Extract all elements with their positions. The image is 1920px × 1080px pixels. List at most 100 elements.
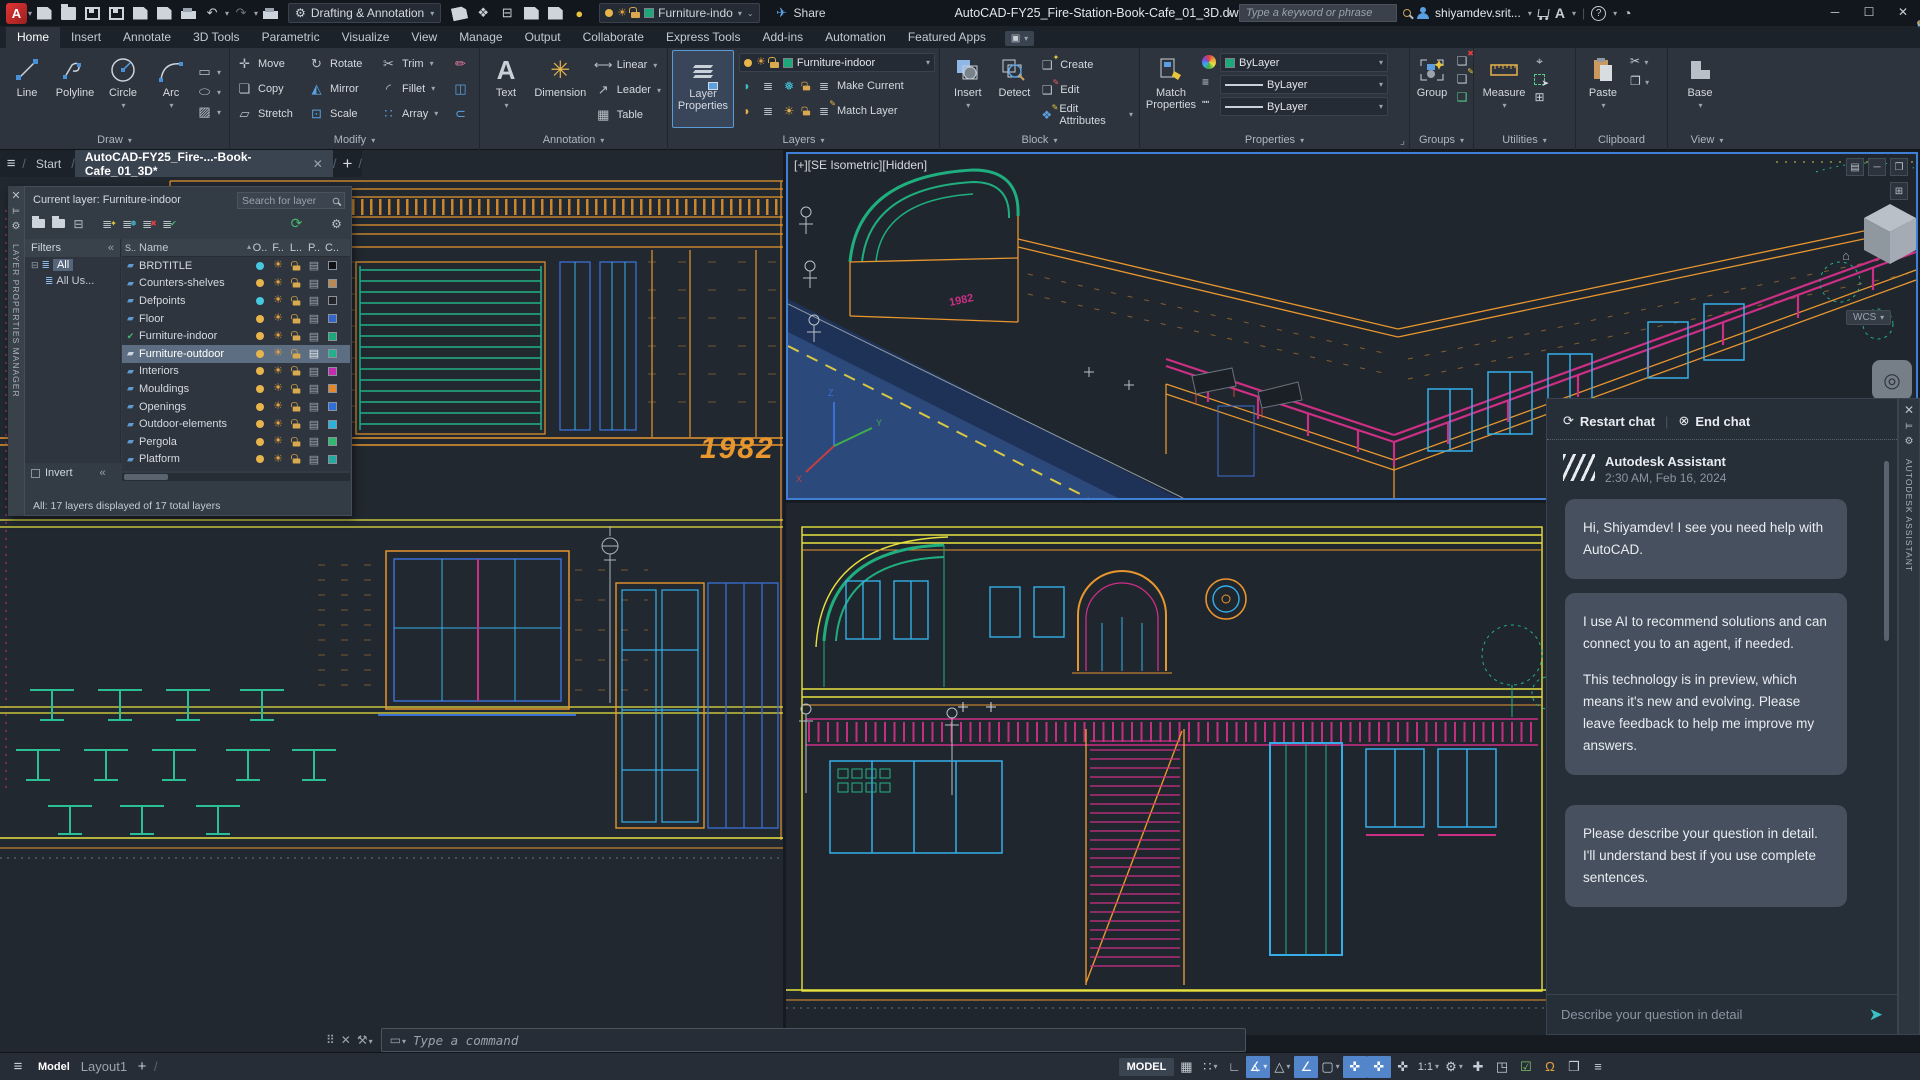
properties-panel-label[interactable]: Properties ▾ ⌟ bbox=[1140, 130, 1409, 150]
app-store-cart-icon[interactable] bbox=[1537, 9, 1550, 17]
minimize-button[interactable]: ─ bbox=[1818, 0, 1852, 24]
paste-button[interactable]: Paste ▾ bbox=[1582, 50, 1624, 128]
quick-select-icon[interactable]: ⌖ bbox=[1536, 54, 1543, 69]
layer-row-current[interactable]: ✔ Furniture-indoor ☀ ▤ bbox=[122, 327, 350, 345]
group-button[interactable]: Group bbox=[1412, 50, 1452, 128]
draw-panel-label[interactable]: Draw ▾ bbox=[0, 130, 229, 150]
help-icon[interactable]: ? bbox=[1591, 5, 1607, 21]
invert-filter-toggle[interactable]: Invert « bbox=[31, 467, 106, 479]
line-button[interactable]: Line bbox=[4, 50, 50, 128]
palette-autohide-icon[interactable]: ⊨ bbox=[12, 206, 20, 217]
autocad-app-icon[interactable]: A bbox=[6, 2, 27, 24]
edit-block-button[interactable]: ❑ ✎ Edit bbox=[1039, 77, 1133, 102]
object-color-dropdown[interactable]: ByLayer ▾ bbox=[1220, 53, 1388, 72]
save-icon[interactable] bbox=[80, 2, 104, 24]
new-layer-icon[interactable]: ≣ ✦ bbox=[100, 215, 119, 232]
status-toggle-snap[interactable]: ∷ ▾ bbox=[1198, 1056, 1222, 1078]
layers-panel-label[interactable]: Layers ▾ bbox=[668, 130, 939, 150]
stretch-button[interactable]: ▱ Stretch bbox=[236, 101, 308, 126]
new-file-icon[interactable] bbox=[32, 2, 56, 24]
measure-button[interactable]: Measure ▾ bbox=[1478, 50, 1530, 128]
search-input[interactable] bbox=[1239, 4, 1398, 22]
status-toggle-isodraft[interactable]: △ ▾ bbox=[1270, 1056, 1294, 1078]
command-tools-icon[interactable]: ⚒▾ bbox=[357, 1033, 373, 1047]
offset-button[interactable]: ⊂ bbox=[452, 101, 474, 126]
status-annotation-scale[interactable]: 1:1 ▾ bbox=[1415, 1056, 1442, 1078]
rotate-button[interactable]: ↻ Rotate bbox=[308, 51, 380, 76]
group-edit-icon[interactable]: ❑ ✎ bbox=[1454, 67, 1474, 86]
assistant-panel-titlebar[interactable]: ✕ ⊨ ⚙ AUTODESK ASSISTANT bbox=[1898, 398, 1920, 1035]
assistant-autohide-icon[interactable]: ⊨ bbox=[1905, 421, 1913, 432]
status-toggle-lineweight[interactable]: ✜ bbox=[1391, 1056, 1415, 1078]
user-name[interactable]: shiyamdev.srit... bbox=[1435, 6, 1521, 20]
status-toggle-osnap-tracking[interactable]: ✜ bbox=[1342, 1055, 1367, 1078]
tab-insert[interactable]: Insert bbox=[60, 27, 112, 48]
statusbar-menu-icon[interactable]: ≡ bbox=[6, 1056, 30, 1078]
lineweight-dropdown[interactable]: ByLayer ▾ bbox=[1220, 75, 1388, 94]
user-avatar-icon[interactable] bbox=[1417, 7, 1430, 19]
block-panel-label[interactable]: Block ▾ bbox=[940, 130, 1139, 150]
status-toggle-3d-osnap[interactable]: ▢ ▾ bbox=[1318, 1056, 1342, 1078]
ungroup-icon[interactable]: ❑ ✖ bbox=[1454, 49, 1474, 68]
text-button[interactable]: A Text ▾ bbox=[486, 50, 526, 128]
command-line[interactable]: ⠿ ✕ ⚒▾ ▭▾ bbox=[318, 1028, 1246, 1052]
notifications-icon[interactable]: ◔ bbox=[1623, 5, 1631, 21]
status-graphics[interactable]: ☑ bbox=[1514, 1056, 1538, 1078]
layer-row[interactable]: ▰ Defpoints ☀ ▤ bbox=[122, 292, 350, 310]
save-as-icon[interactable]: ✎ bbox=[104, 2, 1920, 29]
status-annotation-monitor[interactable]: ◳ bbox=[1490, 1056, 1514, 1078]
user-caret-icon[interactable]: ▾ bbox=[1528, 9, 1532, 18]
copy-button[interactable]: ❏ Copy bbox=[236, 76, 308, 101]
search-collapse-icon[interactable]: ▸ bbox=[1229, 9, 1233, 18]
layer-row[interactable]: ▰ Mouldings ☀ ▤ bbox=[122, 380, 350, 398]
status-toggle-ortho[interactable]: ∟ bbox=[1222, 1056, 1246, 1078]
status-annotation-settings[interactable]: ⚙ ▾ bbox=[1442, 1056, 1466, 1078]
document-tab[interactable]: AutoCAD-FY25_Fire-...-Book-Cafe_01_3D* ✕ bbox=[74, 150, 333, 178]
layer-group-filter-icon[interactable] bbox=[49, 215, 68, 232]
tab-visualize[interactable]: Visualize bbox=[331, 27, 401, 48]
fillet-button[interactable]: ◜ Fillet ▾ bbox=[380, 76, 452, 101]
layer-row[interactable]: ▰ Openings ☀ ▤ bbox=[122, 398, 350, 416]
doc-edit-icon[interactable]: ✎ bbox=[543, 2, 1920, 29]
start-tab[interactable]: Start bbox=[26, 150, 71, 177]
status-toggle-grid[interactable]: ▦ bbox=[1174, 1056, 1198, 1078]
ribbon-display-toggle[interactable]: ▣ ▾ bbox=[1004, 31, 1035, 46]
status-toggle-polar-tracking[interactable]: ∡ ▾ bbox=[1246, 1055, 1271, 1078]
modify-panel-label[interactable]: Modify ▾ bbox=[230, 130, 479, 150]
explode-button[interactable]: ◫ bbox=[452, 76, 474, 101]
quick-calculator-icon[interactable]: ⊞ bbox=[1534, 90, 1544, 104]
dimension-button[interactable]: ✳ Dimension bbox=[530, 50, 591, 128]
move-button[interactable]: ✛ Move bbox=[236, 51, 308, 76]
groups-panel-label[interactable]: Groups ▾ bbox=[1410, 130, 1473, 150]
copy-clip-icon[interactable]: ❐ ▾ bbox=[1630, 74, 1649, 88]
end-chat-button[interactable]: ⊗ End chat bbox=[1678, 413, 1750, 429]
help-caret-icon[interactable]: ▾ bbox=[1613, 9, 1617, 18]
layer-row[interactable]: ▰ Platform ☀ ▤ bbox=[122, 451, 350, 469]
arc-button[interactable]: Arc ▾ bbox=[148, 50, 194, 128]
doc-search-icon[interactable] bbox=[519, 2, 1920, 26]
palette-close-icon[interactable]: ✕ bbox=[11, 189, 20, 202]
match-layer-button[interactable]: ◗ ≣ ☀ ≣ ✎ Match Layer bbox=[739, 99, 935, 122]
undo-icon[interactable]: ↶ bbox=[200, 2, 224, 24]
status-fullscreen[interactable]: ❒ bbox=[1562, 1056, 1586, 1078]
cut-icon[interactable]: ✂ ▾ bbox=[1630, 54, 1649, 68]
tab-automation[interactable]: Automation bbox=[814, 27, 897, 48]
status-toggle-dynamic-input[interactable]: ✜ bbox=[1366, 1055, 1391, 1078]
batch-plot-icon[interactable]: ⇄ bbox=[258, 2, 1920, 29]
linetype-dropdown[interactable]: ByLayer ▾ bbox=[1220, 97, 1388, 116]
tab-add-ins[interactable]: Add-ins bbox=[751, 27, 814, 48]
base-view-button[interactable]: Base ▾ bbox=[1678, 50, 1722, 128]
quick-layer-dropdown[interactable]: ☀ Furniture-indo ▾ ⌄ bbox=[599, 3, 760, 23]
tab-output[interactable]: Output bbox=[514, 27, 572, 48]
tab-featured-apps[interactable]: Featured Apps bbox=[897, 27, 997, 48]
command-close-icon[interactable]: ✕ bbox=[341, 1033, 351, 1047]
workspace-selector[interactable]: ⚙ Drafting & Annotation ▾ bbox=[288, 3, 442, 23]
tab-manage[interactable]: Manage bbox=[448, 27, 513, 48]
layer-search-box[interactable] bbox=[237, 192, 345, 209]
match-properties-button[interactable]: Match Properties bbox=[1144, 50, 1198, 128]
viewport-label[interactable]: [+][SE Isometric][Hidden] bbox=[794, 158, 927, 172]
layout1-tab[interactable]: Layout1 bbox=[78, 1056, 130, 1078]
viewport-minimize-icon[interactable]: ─ bbox=[1868, 158, 1886, 176]
status-customization[interactable]: ≡ bbox=[1586, 1056, 1610, 1078]
autodesk-logo-icon[interactable]: A bbox=[1555, 5, 1565, 21]
